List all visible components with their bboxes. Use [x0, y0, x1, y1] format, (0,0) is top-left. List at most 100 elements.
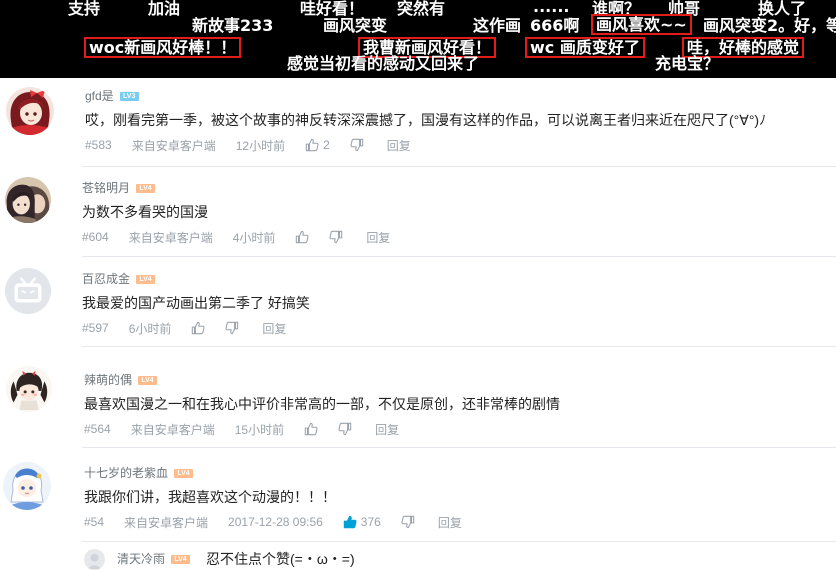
comment-item: 十七岁的老紫血 LV4 我跟你们讲，我超喜欢这个动漫的！！！ #54 来自安卓客… — [0, 462, 836, 541]
user-line: gfd是 LV3 — [85, 88, 139, 104]
reply-button[interactable]: 回复 — [387, 137, 411, 154]
comment-body: gfd是 LV3 哎，刚看完第一季，被这个故事的神反转深深震撼了，国漫有这样的作… — [85, 88, 836, 158]
comment-body: 百忍成金 LV4 我最爱的国产动画出第二季了 好搞笑 #597 6小时前 回复 — [82, 271, 836, 341]
avatar-image — [84, 548, 105, 570]
dislike-button[interactable] — [225, 321, 239, 335]
danmaku-comment: 画风突变2。好，等 — [703, 17, 836, 35]
comment-text: 哎，刚看完第一季，被这个故事的神反转深深震撼了，国漫有这样的作品，可以说离王者归… — [85, 112, 767, 128]
thumbs-down-icon — [329, 230, 343, 244]
like-button[interactable] — [191, 321, 205, 335]
user-line: 百忍成金 LV4 — [82, 271, 156, 287]
floor-number: #597 — [82, 321, 109, 335]
sub-reply-item: 清天冷雨 LV4 忍不住点个赞(=・ω・=) — [84, 548, 355, 570]
avatar[interactable] — [6, 366, 52, 412]
comment-body: 十七岁的老紫血 LV4 我跟你们讲，我超喜欢这个动漫的！！！ #54 来自安卓客… — [84, 465, 836, 535]
thumbs-down-icon — [338, 422, 352, 436]
comment-text: 我最爱的国产动画出第二季了 好搞笑 — [82, 295, 310, 311]
danmaku-comment: 加油 — [148, 0, 181, 18]
like-button[interactable] — [295, 230, 309, 244]
reply-text: 忍不住点个赞(=・ω・=) — [206, 551, 355, 567]
danmaku-comment: woc新画风好棒！！ — [84, 37, 242, 58]
comment-body: 辣萌的偶 LV4 最喜欢国漫之一和在我心中评价非常高的一部，不仅是原创，还非常棒… — [84, 372, 836, 442]
dislike-button[interactable] — [401, 515, 415, 529]
danmaku-comment: 突然有 — [397, 0, 446, 18]
avatar-image — [6, 366, 52, 412]
danmaku-comment: 画风突变 — [323, 16, 388, 35]
like-button[interactable]: 2 — [305, 138, 330, 152]
comment-item: gfd是 LV3 哎，刚看完第一季，被这个故事的神反转深深震撼了，国漫有这样的作… — [0, 87, 836, 164]
device-link[interactable]: 来自安卓客户端 — [131, 421, 215, 438]
avatar-image — [5, 177, 51, 223]
danmaku-comment: wc 画质变好了 — [525, 37, 645, 58]
comment-item: 苍铭明月 LV4 为数不多看哭的国漫 #604 来自安卓客户端 4小时前 回复 — [0, 177, 836, 256]
thumbs-down-icon — [225, 321, 239, 335]
comment-time: 15小时前 — [234, 422, 285, 437]
like-count: 376 — [360, 515, 381, 529]
reply-button[interactable]: 回复 — [375, 421, 399, 438]
username[interactable]: 清天冷雨 — [117, 551, 165, 567]
reply-button[interactable]: 回复 — [262, 320, 286, 337]
like-count: 2 — [323, 138, 330, 152]
level-badge: LV4 — [136, 183, 156, 193]
comment-text: 最喜欢国漫之一和在我心中评价非常高的一部，不仅是原创，还非常棒的剧情 — [84, 396, 560, 412]
user-line: 苍铭明月 LV4 — [82, 180, 156, 196]
comment-meta: #604 来自安卓客户端 4小时前 回复 — [82, 229, 390, 245]
device-link[interactable]: 来自安卓客户端 — [129, 229, 213, 246]
avatar[interactable] — [5, 177, 51, 223]
danmaku-comment: 新故事233 — [192, 16, 274, 35]
thumbs-down-icon — [401, 515, 415, 529]
avatar[interactable] — [3, 462, 51, 510]
floor-number: #604 — [82, 230, 109, 244]
username[interactable]: 十七岁的老紫血 — [84, 465, 168, 481]
comment-meta: #564 来自安卓客户端 15小时前 回复 — [84, 421, 399, 437]
avatar[interactable] — [5, 268, 51, 314]
comment-meta: #54 来自安卓客户端 2017-12-28 09:56 376 回复 — [84, 514, 462, 530]
level-badge: LV4 — [136, 274, 156, 284]
reply-button[interactable]: 回复 — [366, 229, 390, 246]
comment-body: 苍铭明月 LV4 为数不多看哭的国漫 #604 来自安卓客户端 4小时前 回复 — [82, 180, 836, 250]
comment-text: 我跟你们讲，我超喜欢这个动漫的！！！ — [84, 489, 336, 505]
divider — [82, 447, 836, 448]
danmaku-overlay: 支持 加油 哇好看！ 突然有 ...... 谁啊？ 帅哥 换人了 新故事233 … — [0, 0, 836, 78]
comment-meta: #583 来自安卓客户端 12小时前 2 回复 — [85, 137, 411, 153]
dislike-button[interactable] — [329, 230, 343, 244]
avatar[interactable] — [6, 87, 54, 135]
thumbs-up-icon — [192, 321, 205, 335]
thumbs-up-icon — [343, 515, 357, 529]
user-line: 辣萌的偶 LV4 — [84, 372, 158, 388]
comment-item: 百忍成金 LV4 我最爱的国产动画出第二季了 好搞笑 #597 6小时前 回复 — [0, 268, 836, 347]
comment-item: 辣萌的偶 LV4 最喜欢国漫之一和在我心中评价非常高的一部，不仅是原创，还非常棒… — [0, 366, 836, 448]
comment-time: 12小时前 — [235, 138, 286, 153]
username[interactable]: 苍铭明月 — [82, 180, 130, 196]
danmaku-comment: 充电宝？ — [655, 54, 720, 73]
device-link[interactable]: 来自安卓客户端 — [132, 137, 216, 154]
comment-text: 为数不多看哭的国漫 — [82, 204, 208, 220]
username[interactable]: 百忍成金 — [82, 271, 130, 287]
thumbs-up-icon — [304, 422, 318, 436]
bilibili-tv-icon — [5, 268, 51, 314]
thumbs-up-icon — [296, 230, 309, 244]
divider — [82, 346, 836, 347]
comment-meta: #597 6小时前 回复 — [82, 320, 286, 336]
floor-number: #54 — [84, 515, 105, 529]
reply-button[interactable]: 回复 — [438, 514, 462, 531]
floor-number: #583 — [85, 138, 112, 152]
comment-time: 4小时前 — [232, 230, 276, 245]
divider — [82, 256, 836, 257]
like-button[interactable]: 376 — [343, 515, 381, 529]
username[interactable]: 辣萌的偶 — [84, 372, 132, 388]
level-badge: LV4 — [171, 554, 191, 564]
dislike-button[interactable] — [350, 138, 364, 152]
level-badge: LV3 — [119, 91, 139, 101]
dislike-button[interactable] — [338, 422, 352, 436]
like-button[interactable] — [304, 422, 318, 436]
danmaku-comment: 这作画 — [473, 16, 522, 35]
danmaku-comment: 支持 — [68, 0, 101, 18]
device-link[interactable]: 来自安卓客户端 — [124, 514, 208, 531]
danmaku-comment: ...... — [533, 0, 570, 16]
avatar[interactable] — [84, 548, 105, 570]
level-badge: LV4 — [174, 468, 194, 478]
avatar-image — [3, 462, 51, 510]
username[interactable]: gfd是 — [85, 88, 114, 104]
comment-time: 2017-12-28 09:56 — [228, 515, 323, 529]
